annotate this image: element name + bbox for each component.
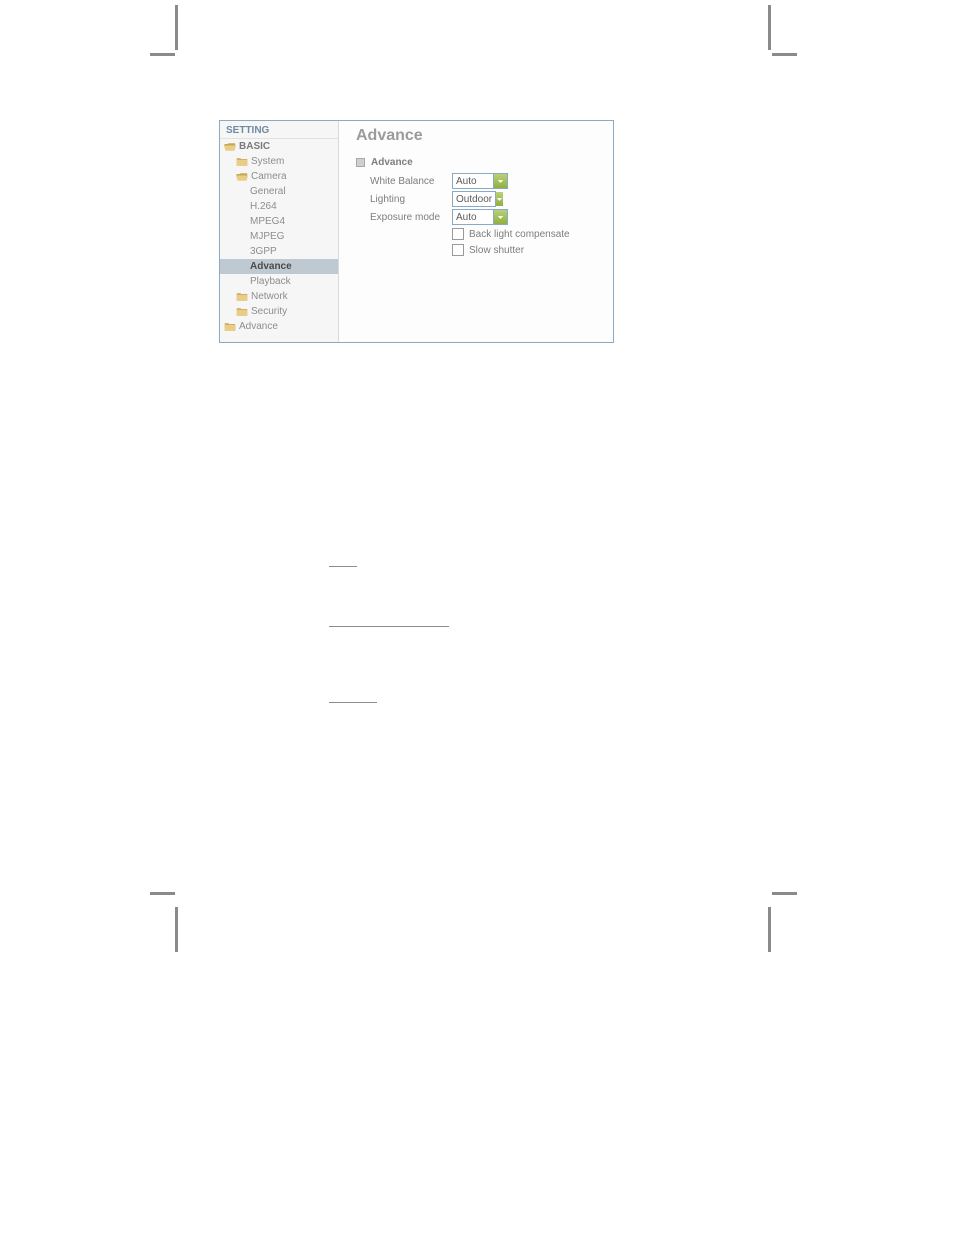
sidebar-item-network[interactable]: Network [220, 289, 338, 304]
sidebar-item-label: Network [251, 291, 288, 302]
sidebar-item-label: Advance [239, 321, 278, 332]
select-value: Auto [453, 212, 493, 223]
sidebar-item-general[interactable]: General [220, 184, 338, 199]
slow-shutter-checkbox-label: Slow shutter [469, 245, 524, 256]
sidebar-item-label: Camera [251, 171, 287, 182]
sidebar-item-label: Security [251, 306, 287, 317]
sidebar-item-label: 3GPP [250, 246, 277, 257]
folder-icon [236, 291, 248, 303]
chevron-down-icon [493, 174, 507, 188]
sidebar-item-mjpeg[interactable]: MJPEG [220, 229, 338, 244]
sidebar-item-playback[interactable]: Playback [220, 274, 338, 289]
sidebar-item-camera[interactable]: Camera [220, 169, 338, 184]
lighting-label: Lighting [370, 194, 452, 205]
folder-icon [236, 156, 248, 168]
exposure-row: Exposure mode Auto [370, 208, 603, 226]
decorative-mark [768, 907, 771, 952]
sidebar-group-basic-label: BASIC [239, 141, 270, 152]
decorative-mark [772, 53, 797, 56]
section-heading: Advance [356, 157, 603, 168]
backlight-checkbox-label: Back light compensate [469, 229, 570, 240]
settings-sidebar: SETTING BASIC System Camera [220, 121, 339, 342]
decorative-mark [175, 5, 178, 50]
exposure-label: Exposure mode [370, 212, 452, 223]
sidebar-group-basic[interactable]: BASIC [220, 139, 338, 154]
sidebar-item-label: General [250, 186, 286, 197]
lighting-row: Lighting Outdoor [370, 190, 603, 208]
sidebar-item-advance[interactable]: Advance [220, 259, 338, 274]
slow-shutter-checkbox-row[interactable]: Slow shutter [452, 242, 603, 258]
sidebar-item-h264[interactable]: H.264 [220, 199, 338, 214]
sidebar-item-label: Advance [250, 261, 292, 272]
decorative-mark [175, 907, 178, 952]
folder-icon [236, 306, 248, 318]
sidebar-group-advance[interactable]: Advance [220, 319, 338, 334]
decorative-mark [772, 892, 797, 895]
decorative-mark [150, 53, 175, 56]
folder-open-icon [224, 141, 236, 153]
white-balance-select[interactable]: Auto [452, 173, 508, 189]
square-bullet-icon [356, 158, 365, 167]
decorative-mark [768, 5, 771, 50]
sidebar-item-security[interactable]: Security [220, 304, 338, 319]
lighting-select[interactable]: Outdoor [452, 191, 496, 207]
sidebar-item-label: Playback [250, 276, 291, 287]
sidebar-item-label: H.264 [250, 201, 277, 212]
settings-main: Advance Advance White Balance Auto L [340, 121, 613, 342]
chevron-down-icon [495, 192, 503, 206]
decorative-underline [329, 702, 377, 703]
page-title: Advance [356, 127, 603, 145]
sidebar-item-system[interactable]: System [220, 154, 338, 169]
white-balance-row: White Balance Auto [370, 172, 603, 190]
sidebar-item-3gpp[interactable]: 3GPP [220, 244, 338, 259]
section-heading-label: Advance [371, 157, 413, 168]
decorative-mark [150, 892, 175, 895]
folder-icon [224, 321, 236, 333]
decorative-underline [329, 566, 357, 567]
exposure-select[interactable]: Auto [452, 209, 508, 225]
sidebar-item-label: MJPEG [250, 231, 284, 242]
chevron-down-icon [493, 210, 507, 224]
select-value: Auto [453, 176, 493, 187]
checkbox-icon [452, 244, 464, 256]
sidebar-item-label: MPEG4 [250, 216, 285, 227]
sidebar-title: SETTING [220, 121, 338, 139]
sidebar-item-mpeg4[interactable]: MPEG4 [220, 214, 338, 229]
backlight-checkbox-row[interactable]: Back light compensate [452, 226, 603, 242]
select-value: Outdoor [453, 194, 495, 205]
white-balance-label: White Balance [370, 176, 452, 187]
folder-open-icon [236, 171, 248, 183]
decorative-underline [329, 626, 449, 627]
sidebar-item-label: System [251, 156, 284, 167]
checkbox-icon [452, 228, 464, 240]
settings-panel: SETTING BASIC System Camera [219, 120, 614, 343]
